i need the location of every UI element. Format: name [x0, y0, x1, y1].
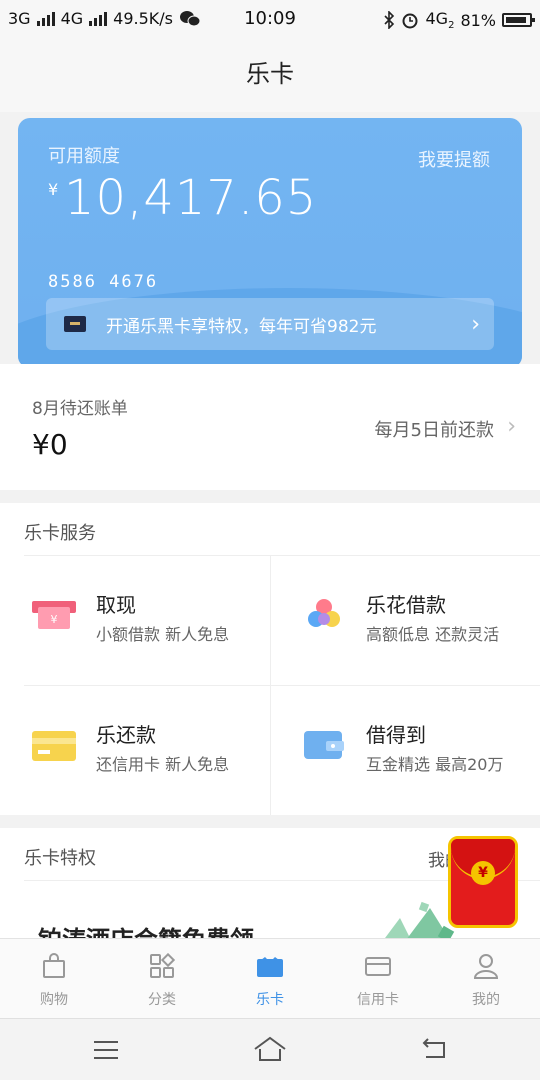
- tab-label: 我的: [472, 992, 500, 1008]
- credit-card-icon: [365, 957, 391, 976]
- home-icon[interactable]: [252, 1035, 288, 1063]
- service-desc: 还信用卡 新人免息: [96, 755, 230, 774]
- bill-label: 8月待还账单: [32, 399, 128, 419]
- yuan-coin-icon: ¥: [471, 861, 495, 885]
- red-packet-button[interactable]: ¥: [448, 836, 518, 928]
- service-desc: 高额低息 还款灵活: [366, 625, 500, 644]
- available-amount: 10,417.65: [64, 170, 318, 226]
- service-title: 乐花借款: [366, 593, 446, 617]
- category-icon: [150, 953, 175, 978]
- services-title: 乐卡服务: [24, 523, 96, 544]
- service-cash[interactable]: ¥ 取现 小额借款 新人免息: [0, 555, 270, 685]
- user-icon: [473, 954, 499, 979]
- perks-title: 乐卡特权: [24, 848, 96, 869]
- promo-text: 开通乐黑卡享特权，每年可省982元: [106, 316, 377, 337]
- black-card-promo[interactable]: 开通乐黑卡享特权，每年可省982元 ›: [46, 298, 494, 350]
- tab-lecard[interactable]: 乐卡: [216, 939, 324, 1019]
- card-number: 8586 4676: [48, 272, 159, 292]
- tab-credit-card[interactable]: 信用卡: [324, 939, 432, 1019]
- tab-label: 购物: [40, 992, 68, 1008]
- wallet-icon: [304, 731, 344, 759]
- card-icon: [32, 731, 76, 761]
- alarm-icon: [402, 13, 418, 29]
- status-bar: 3G 4G 49.5K/s 10:09 4G2 81%: [0, 0, 540, 36]
- bill-due-note: 每月5日前还款: [374, 420, 494, 441]
- service-desc: 互金精选 最高20万: [366, 755, 504, 774]
- bill-amount: ¥0: [32, 428, 68, 461]
- service-desc: 小额借款 新人免息: [96, 625, 230, 644]
- raise-limit-link[interactable]: 我要提额: [418, 146, 490, 172]
- service-title: 借得到: [366, 723, 426, 747]
- black-card-icon: [64, 316, 86, 332]
- page-title: 乐卡: [0, 36, 540, 112]
- service-title: 乐还款: [96, 723, 156, 747]
- service-flower-loan[interactable]: 乐花借款 高额低息 还款灵活: [270, 555, 540, 685]
- shopping-bag-icon: [43, 953, 65, 978]
- flower-icon: [308, 599, 340, 627]
- service-borrow[interactable]: 借得到 互金精选 最高20万: [270, 685, 540, 815]
- status-right: 4G2 81%: [383, 9, 535, 32]
- chevron-right-icon: ›: [507, 414, 516, 439]
- cash-icon: ¥: [32, 601, 76, 629]
- network-4g2-label: 4G2: [425, 9, 455, 32]
- available-credit-label: 可用额度: [48, 146, 120, 167]
- menu-icon[interactable]: [92, 1039, 120, 1061]
- currency-symbol: ¥: [48, 180, 59, 199]
- service-title: 取现: [96, 593, 136, 617]
- battery-icon: [502, 13, 535, 28]
- chevron-right-icon: ›: [471, 312, 480, 337]
- bottom-tab-bar: 购物 分类 乐卡 信用卡 我的: [0, 938, 540, 1018]
- lecard-icon: [257, 957, 283, 977]
- back-icon[interactable]: [420, 1037, 450, 1061]
- service-repay[interactable]: 乐还款 还信用卡 新人免息: [0, 685, 270, 815]
- services-section: 乐卡服务 ¥ 取现 小额借款 新人免息 乐花借款 高额低息 还款灵活 乐还款 还…: [0, 503, 540, 815]
- battery-percent: 81%: [460, 10, 496, 30]
- tab-shopping[interactable]: 购物: [0, 939, 108, 1019]
- bluetooth-icon: [384, 11, 395, 30]
- tab-category[interactable]: 分类: [108, 939, 216, 1019]
- svg-text:¥: ¥: [51, 613, 58, 626]
- tab-mine[interactable]: 我的: [432, 939, 540, 1019]
- tab-label: 信用卡: [357, 992, 399, 1008]
- tab-label: 分类: [148, 992, 176, 1008]
- tab-label: 乐卡: [256, 992, 284, 1008]
- bill-section[interactable]: 8月待还账单 ¥0 每月5日前还款 ›: [0, 364, 540, 490]
- system-nav-bar: [0, 1018, 540, 1080]
- credit-card-panel: 可用额度 我要提额 ¥ 10,417.65 8586 4676 开通乐黑卡享特权…: [18, 118, 522, 368]
